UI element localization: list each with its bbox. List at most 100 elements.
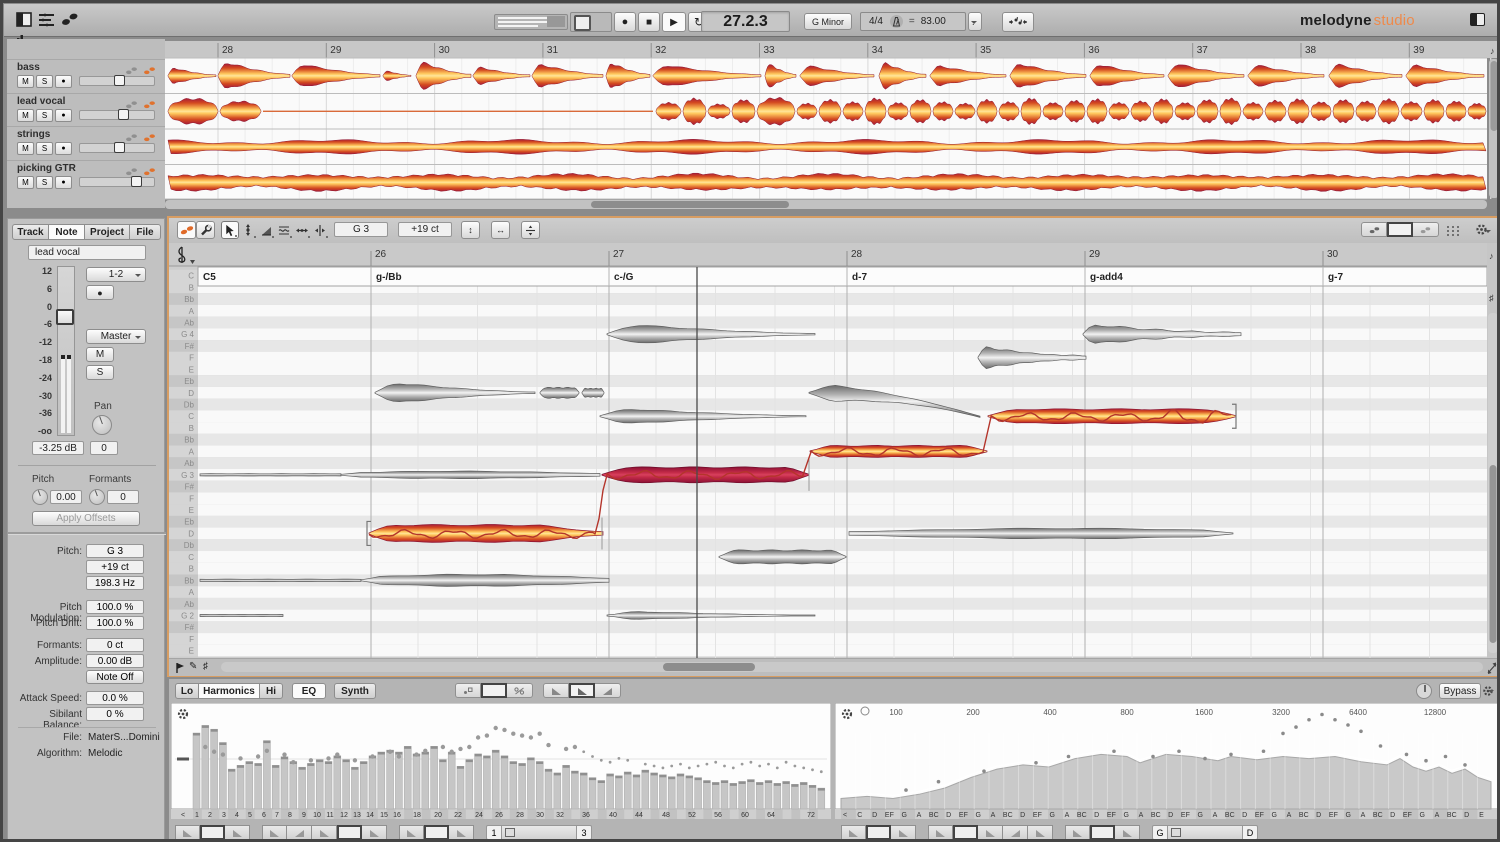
harmonic-bar[interactable] <box>491 749 500 810</box>
harmonic-dot[interactable] <box>255 754 261 759</box>
harmonic-dot[interactable] <box>767 762 770 766</box>
timing-tool[interactable] <box>293 221 311 239</box>
slope-mid-option[interactable] <box>569 683 595 698</box>
edit-tool-button[interactable] <box>196 221 215 239</box>
chord-label[interactable]: d-7 <box>852 272 867 283</box>
harmonic-bar[interactable] <box>377 751 386 810</box>
eq-link-segment-option[interactable] <box>1090 825 1115 839</box>
track-volume-slider[interactable] <box>79 75 155 86</box>
harmonic-dot[interactable] <box>696 764 700 768</box>
track-header[interactable]: lead vocal M S ● <box>7 92 165 127</box>
track-mute-button[interactable]: M <box>17 75 34 88</box>
track-volume-slider[interactable] <box>79 175 155 187</box>
track-volume-thumb[interactable] <box>118 108 129 120</box>
harmonic-bar[interactable] <box>667 776 676 810</box>
linked-view-option[interactable] <box>455 683 481 698</box>
tab-hi[interactable]: Hi <box>259 683 283 699</box>
harmonic-dot[interactable] <box>679 762 682 766</box>
harmonic-bar[interactable] <box>395 751 403 810</box>
playback-flag-icon[interactable] <box>175 661 185 679</box>
harmonic-bar[interactable] <box>799 782 808 810</box>
eq-dot[interactable] <box>1177 749 1181 754</box>
chord-label[interactable]: g-7 <box>1328 272 1343 283</box>
harmonic-bar[interactable] <box>474 753 482 810</box>
record-button[interactable]: ● <box>614 12 636 32</box>
harmonic-bar[interactable] <box>351 766 359 810</box>
harmonic-bar[interactable] <box>755 782 764 810</box>
tempo-value[interactable]: 83.00 <box>921 16 946 27</box>
harmonic-dot[interactable] <box>282 752 287 757</box>
eq-dot[interactable] <box>1066 754 1071 759</box>
track-name-field[interactable]: lead vocal <box>28 245 146 260</box>
harmonic-dot[interactable] <box>731 766 735 770</box>
eq-dot[interactable] <box>1404 752 1409 757</box>
harmonic-bar[interactable] <box>694 777 702 810</box>
time-display[interactable]: 27.2.3 <box>701 11 790 32</box>
harmonic-bar[interactable] <box>342 759 350 810</box>
main-tool-button[interactable] <box>177 221 196 239</box>
harmonics-range-high[interactable]: 3 <box>576 825 592 839</box>
harmonic-dot[interactable] <box>414 752 419 757</box>
harmonics-link-segment-option[interactable] <box>449 825 474 839</box>
harmonic-bar[interactable] <box>439 759 447 810</box>
harmonic-bar[interactable] <box>729 783 738 810</box>
note-blob[interactable] <box>199 473 342 477</box>
arrow-tool[interactable] <box>221 221 239 239</box>
chord-label[interactable]: C5 <box>203 272 216 283</box>
harmonic-dot[interactable] <box>238 756 243 761</box>
eq-dot[interactable] <box>1281 731 1285 736</box>
harmonic-dot[interactable] <box>626 758 630 762</box>
harmonics-shape-segment-option[interactable] <box>312 825 337 839</box>
harmonic-dot[interactable] <box>784 760 788 764</box>
eq-dot[interactable] <box>1203 756 1207 761</box>
harmonic-dot[interactable] <box>352 758 358 763</box>
track-volume-slider[interactable] <box>79 108 155 120</box>
harmonic-dot[interactable] <box>546 742 551 748</box>
harmonic-bar[interactable] <box>465 759 474 810</box>
harmonic-bar[interactable] <box>527 757 535 810</box>
harmonic-bar[interactable] <box>236 765 245 810</box>
harmonic-dot[interactable] <box>652 764 656 768</box>
harmonic-dot[interactable] <box>537 731 542 736</box>
tempo-menu-button[interactable]: . <box>968 12 982 31</box>
arm-record-button[interactable]: ● <box>86 285 114 300</box>
harmonic-bar[interactable] <box>412 753 421 810</box>
eq-display-segment-option[interactable] <box>891 825 916 839</box>
eq-shape-segment-option[interactable] <box>1003 825 1028 839</box>
eq-dot[interactable] <box>1378 744 1383 748</box>
harmonic-bar[interactable] <box>500 755 509 810</box>
harmonic-bar[interactable] <box>430 746 438 810</box>
output-bus-dropdown[interactable]: Master <box>86 329 146 344</box>
harmonic-dot[interactable] <box>203 744 208 750</box>
master-level-tick[interactable] <box>177 757 189 761</box>
harmonic-bar[interactable] <box>368 755 377 810</box>
harmonic-dot[interactable] <box>643 762 647 766</box>
eq-dot[interactable] <box>1443 754 1448 759</box>
track-hscroll[interactable] <box>165 200 1487 209</box>
track-volume-thumb[interactable] <box>131 175 142 187</box>
eq-shape-segment-option[interactable] <box>953 825 978 839</box>
harmonic-bar[interactable] <box>210 728 218 810</box>
harmonic-bar[interactable] <box>562 765 570 810</box>
eq-link-segment-option[interactable] <box>1115 825 1140 839</box>
harmonic-dot[interactable] <box>819 770 823 774</box>
harmonic-dot[interactable] <box>563 746 569 752</box>
harmonics-range-low[interactable]: 1 <box>486 825 502 839</box>
eq-dot[interactable] <box>1320 712 1324 717</box>
eq-dot[interactable] <box>1294 725 1298 729</box>
note-editor-view-icon[interactable] <box>61 12 78 31</box>
play-button[interactable]: ▶ <box>662 12 686 32</box>
harmonic-dot[interactable] <box>493 725 498 731</box>
harmonic-bar[interactable] <box>817 787 826 810</box>
range-slider-handle[interactable] <box>1171 828 1181 837</box>
harmonic-bar[interactable] <box>227 768 236 810</box>
harmonic-dot[interactable] <box>449 749 454 754</box>
harmonic-dot[interactable] <box>661 766 665 770</box>
track-hscroll-thumb[interactable] <box>591 201 789 208</box>
chord-label[interactable]: g-/Bb <box>376 272 402 283</box>
harmonic-bar[interactable] <box>483 755 491 810</box>
harmonic-bar[interactable] <box>782 781 790 810</box>
harmonic-dot[interactable] <box>617 757 621 760</box>
range-slider-handle[interactable] <box>505 828 515 837</box>
inspector-value-field[interactable]: 0 ct <box>86 638 144 652</box>
